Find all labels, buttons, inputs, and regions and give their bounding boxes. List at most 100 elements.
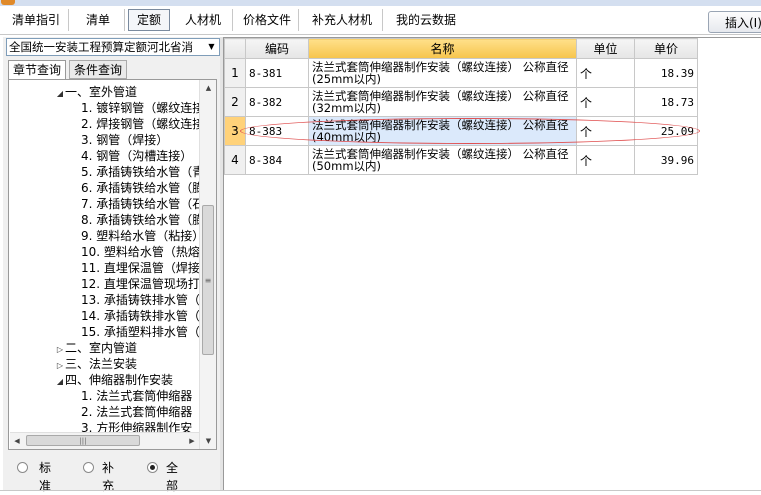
row-number-header — [224, 38, 246, 59]
app-logo-icon — [1, 0, 15, 5]
tree-item-label: 1. 法兰式套筒伸缩器 — [81, 389, 193, 403]
tree-item-label: 4. 钢管（沟槽连接） — [81, 149, 193, 163]
table-row[interactable]: 3 8-383 法兰式套筒伸缩器制作安装（螺纹连接） 公称直径(40mm以内) 个 25… — [224, 116, 698, 146]
code-cell[interactable]: 8-384 — [245, 145, 309, 175]
quota-library-value: 全国统一安装工程预算定额河北省消 — [9, 40, 193, 54]
tree-item-label: 6. 承插铸铁给水管（膨 — [81, 181, 205, 195]
code-cell[interactable]: 8-382 — [245, 87, 309, 117]
name-cell[interactable]: 法兰式套筒伸缩器制作安装（螺纹连接） 公称直径(25mm以内) — [308, 58, 577, 88]
tree-item[interactable]: 2. 法兰式套筒伸缩器 — [71, 404, 192, 420]
tree-item-label: 10. 塑料给水管（热熔 — [81, 245, 200, 259]
radio-all[interactable] — [147, 462, 158, 473]
tree-expander-icon[interactable]: ◢ — [55, 86, 65, 102]
tree-item[interactable]: 4. 钢管（沟槽连接） — [71, 148, 192, 164]
col-header-unit[interactable]: 单位 — [576, 38, 635, 59]
col-header-name[interactable]: 名称 — [308, 38, 577, 59]
insert-button[interactable]: 插入(I) — [708, 11, 761, 33]
scroll-up-icon[interactable]: ▲ — [200, 80, 216, 96]
name-cell[interactable]: 法兰式套筒伸缩器制作安装（螺纹连接） 公称直径(32mm以内) — [308, 87, 577, 117]
tree-expander-icon[interactable]: ◢ — [55, 374, 65, 390]
tree-item-label: 7. 承插铸铁给水管（石 — [81, 197, 205, 211]
tree-item[interactable]: 6. 承插铸铁给水管（膨 — [71, 180, 204, 196]
tree-item-label: 一、室外管道 — [65, 85, 138, 99]
tree-item[interactable]: 1. 镀锌钢管（螺纹连接 — [71, 100, 204, 116]
tree-item[interactable]: ▷ 三、法兰安装 — [55, 356, 137, 372]
col-header-code[interactable]: 编码 — [245, 38, 309, 59]
price-cell[interactable]: 18.73 — [634, 87, 698, 117]
tree-item-label: 13. 承插铸铁排水管（ — [81, 293, 200, 307]
chapter-tree: ◢ 一、室外管道 1. 镀锌钢管（螺纹连接 2. 焊接钢管（螺纹连接 3. 钢管（焊接）… — [8, 79, 217, 450]
tab-my-cloud-data[interactable]: 我的云数据 — [386, 9, 466, 31]
tree-item[interactable]: 10. 塑料给水管（热熔 — [71, 244, 200, 260]
subtab-chapter-query[interactable]: 章节查询 — [8, 60, 66, 80]
tree-item[interactable]: 2. 焊接钢管（螺纹连接 — [71, 116, 204, 132]
price-cell[interactable]: 18.39 — [634, 58, 698, 88]
scroll-down-icon[interactable]: ▼ — [200, 433, 216, 449]
hscroll-thumb[interactable]: ||| — [26, 435, 140, 446]
price-cell[interactable]: 39.96 — [634, 145, 698, 175]
quota-library-dropdown[interactable]: 全国统一安装工程预算定额河北省消 ▼ — [6, 38, 220, 56]
left-panel: 全国统一安装工程预算定额河北省消 ▼ 章节查询 条件查询 ◢ 一、室外管道 1. 镀… — [3, 37, 220, 493]
tree-item[interactable]: 12. 直埋保温管现场打 — [71, 276, 200, 292]
price-cell[interactable]: 25.09 — [634, 116, 698, 146]
tree-item-label: 9. 塑料给水管（粘接） — [81, 229, 205, 243]
tree-item-label: 四、伸缩器制作安装 — [65, 373, 174, 387]
tree-vertical-scrollbar[interactable]: ▲ ≡ ▼ — [199, 80, 216, 449]
tree-item[interactable]: 5. 承插铸铁给水管（青 — [71, 164, 204, 180]
radio-standard[interactable] — [17, 462, 28, 473]
col-header-price[interactable]: 单价 — [634, 38, 698, 59]
tree-item-label: 8. 承插铸铁给水管（膨 — [81, 213, 205, 227]
row-number[interactable]: 3 — [224, 116, 246, 146]
unit-cell[interactable]: 个 — [576, 58, 635, 88]
tree-item[interactable]: 15. 承插塑料排水管（ — [71, 324, 200, 340]
quota-table: 编码 名称 单位 单价 1 8-381 法兰式套筒伸缩器制作安装（螺纹连接） 公称直… — [224, 38, 698, 175]
tree-item-label: 12. 直埋保温管现场打 — [81, 277, 200, 291]
tree-item[interactable]: 3. 钢管（焊接） — [71, 132, 168, 148]
tree-item[interactable]: ◢ 一、室外管道 — [55, 84, 137, 100]
name-cell[interactable]: 法兰式套筒伸缩器制作安装（螺纹连接） 公称直径(50mm以内) — [308, 145, 577, 175]
tab-list-guide[interactable]: 清单指引 — [4, 9, 69, 31]
quota-grid: 编码 名称 单位 单价 1 8-381 法兰式套筒伸缩器制作安装（螺纹连接） 公称直… — [223, 37, 761, 491]
unit-cell[interactable]: 个 — [576, 116, 635, 146]
scroll-thumb[interactable]: ≡ — [202, 205, 214, 355]
tree-item-label: 3. 钢管（焊接） — [81, 133, 169, 147]
code-cell[interactable]: 8-383 — [245, 116, 309, 146]
tree-item-label: 二、室内管道 — [65, 341, 138, 355]
unit-cell[interactable]: 个 — [576, 87, 635, 117]
scroll-left-icon[interactable]: ◀ — [10, 433, 24, 449]
tab-list[interactable]: 清单 — [72, 9, 125, 31]
row-number[interactable]: 2 — [224, 87, 246, 117]
table-row[interactable]: 4 8-384 法兰式套筒伸缩器制作安装（螺纹连接） 公称直径(50mm以内) 个 39… — [224, 145, 698, 175]
dropdown-arrow-icon[interactable]: ▼ — [204, 39, 219, 55]
tree-item-label: 2. 法兰式套筒伸缩器 — [81, 405, 193, 419]
tree-item[interactable]: 13. 承插铸铁排水管（ — [71, 292, 200, 308]
tree-item[interactable]: 8. 承插铸铁给水管（膨 — [71, 212, 204, 228]
tree-item-label: 5. 承插铸铁给水管（青 — [81, 165, 205, 179]
scroll-right-icon[interactable]: ▶ — [185, 433, 199, 449]
unit-cell[interactable]: 个 — [576, 145, 635, 175]
tree-item[interactable]: ◢ 四、伸缩器制作安装 — [55, 372, 173, 388]
tree-item-label: 15. 承插塑料排水管（ — [81, 325, 200, 339]
table-row[interactable]: 2 8-382 法兰式套筒伸缩器制作安装（螺纹连接） 公称直径(32mm以内) 个 18… — [224, 87, 698, 117]
subtab-condition-query[interactable]: 条件查询 — [69, 60, 127, 79]
tree-item[interactable]: 1. 法兰式套筒伸缩器 — [71, 388, 192, 404]
radio-supplement[interactable] — [83, 462, 94, 473]
row-number[interactable]: 1 — [224, 58, 246, 88]
tree-item-label: 1. 镀锌钢管（螺纹连接 — [81, 101, 205, 115]
tree-item[interactable]: 11. 直埋保温管（焊接 — [71, 260, 200, 276]
tab-price-file[interactable]: 价格文件 — [236, 9, 299, 31]
row-number[interactable]: 4 — [224, 145, 246, 175]
tree-item-label: 2. 焊接钢管（螺纹连接 — [81, 117, 205, 131]
tree-item[interactable]: 9. 塑料给水管（粘接） — [71, 228, 204, 244]
table-row[interactable]: 1 8-381 法兰式套筒伸缩器制作安装（螺纹连接） 公称直径(25mm以内) 个 18… — [224, 58, 698, 88]
code-cell[interactable]: 8-381 — [245, 58, 309, 88]
tree-item-label: 三、法兰安装 — [65, 357, 138, 371]
tree-horizontal-scrollbar[interactable]: ◀ ||| ▶ — [10, 432, 199, 449]
tree-item[interactable]: 14. 承插铸铁排水管（ — [71, 308, 200, 324]
tab-supplement-lmm[interactable]: 补充人材机 — [302, 9, 383, 31]
name-cell[interactable]: 法兰式套筒伸缩器制作安装（螺纹连接） 公称直径(40mm以内) — [308, 116, 577, 146]
tab-quota[interactable]: 定额 — [128, 9, 170, 31]
tab-labor-material-machine[interactable]: 人材机 — [174, 9, 233, 31]
tree-item[interactable]: 7. 承插铸铁给水管（石 — [71, 196, 204, 212]
tree-item[interactable]: ▷ 二、室内管道 — [55, 340, 137, 356]
